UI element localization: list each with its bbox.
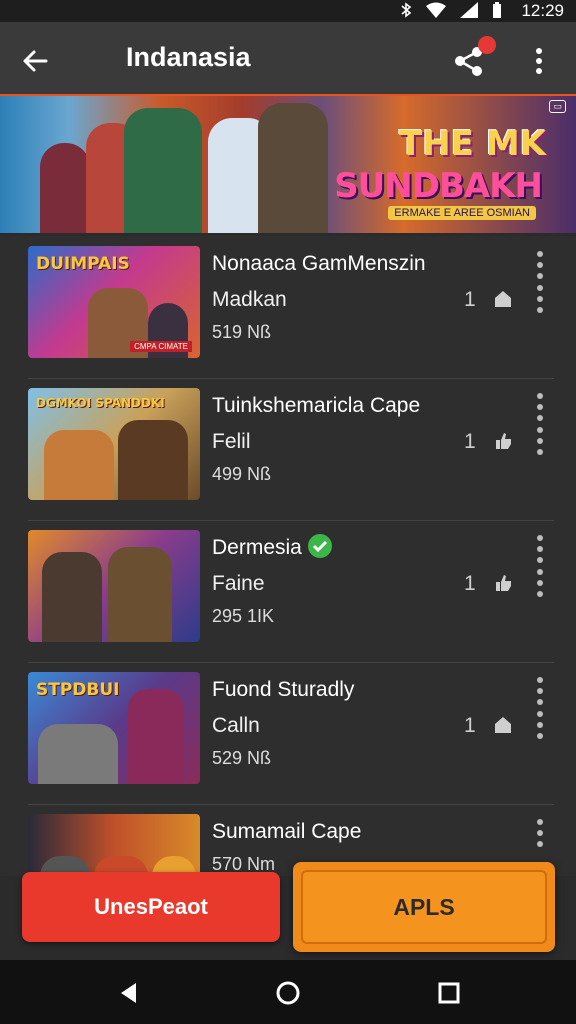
item-subtitle: Faine (212, 572, 265, 595)
battery-icon (493, 2, 501, 18)
thumb-character (108, 547, 172, 642)
item-count: 1 (464, 572, 476, 595)
thumb-character (44, 430, 114, 500)
list-item[interactable]: DGMKOI SPANDDKI Tuinkshemaricla Cape Fel… (28, 378, 554, 521)
thumb-title: DUIMPAIS (36, 254, 130, 274)
list-item[interactable]: Dermesia Faine 295 1IK 1 (28, 520, 554, 663)
more-vert-icon[interactable] (532, 426, 548, 456)
list-item[interactable]: STPDBUI Fuond Sturadly Calln 529 Nß 1 (28, 662, 554, 805)
item-count: 1 (464, 430, 476, 453)
thumb-character (118, 420, 188, 500)
status-bar: 12:29 (0, 0, 576, 22)
item-title-text: Dermesia (212, 536, 302, 559)
item-title: Dermesia (212, 534, 332, 560)
thumb-up-icon[interactable] (494, 432, 512, 450)
game-list: DUIMPAIS CMPA CIMATE Nonaaca GamMenszin … (0, 236, 576, 876)
item-subtitle: Felil (212, 430, 251, 453)
bluetooth-icon (401, 2, 412, 18)
game-thumbnail: DGMKOI SPANDDKI (28, 388, 200, 500)
app-bar: Indanasia (0, 22, 576, 96)
banner-character (124, 108, 202, 233)
more-vert-icon[interactable] (532, 710, 548, 740)
apply-button[interactable]: APLS (293, 862, 555, 952)
item-title: Nonaaca GamMenszin (212, 252, 426, 275)
more-vert-icon[interactable] (532, 818, 548, 848)
item-meta: 529 Nß (212, 748, 272, 768)
wifi-icon (426, 2, 446, 18)
thumb-character (38, 724, 118, 784)
more-vert-icon[interactable] (532, 568, 548, 598)
notification-dot (478, 36, 496, 54)
nav-recents-icon[interactable] (436, 980, 462, 1006)
banner-title: THE MK (399, 124, 546, 164)
thumb-character (128, 689, 184, 784)
more-vert-icon[interactable] (526, 44, 552, 78)
banner-caption: ERMAKE E AREE OSMIAN (388, 206, 536, 220)
item-subtitle: Calln (212, 714, 260, 737)
list-item[interactable]: DUIMPAIS CMPA CIMATE Nonaaca GamMenszin … (28, 236, 554, 379)
verified-check-icon (307, 534, 332, 559)
more-vert-icon[interactable] (532, 284, 548, 314)
item-title: Fuond Sturadly (212, 678, 355, 701)
game-thumbnail (28, 814, 200, 876)
banner-character (40, 143, 90, 233)
item-subtitle: Madkan (212, 288, 287, 311)
thumb-title: DGMKOI SPANDDKI (36, 396, 165, 410)
more-vert-icon[interactable] (532, 534, 548, 564)
item-title: Tuinkshemaricla Cape (212, 394, 421, 417)
thumb-character (42, 552, 102, 642)
more-vert-icon[interactable] (532, 676, 548, 706)
banner-subtitle: SUNDBAKH (334, 166, 543, 206)
nav-back-icon[interactable] (116, 980, 142, 1006)
banner-character (258, 103, 328, 233)
item-meta: 295 1IK (212, 606, 275, 626)
thumb-title: STPDBUI (36, 680, 120, 700)
game-thumbnail (28, 530, 200, 642)
signal-icon (460, 2, 478, 18)
item-count: 1 (464, 714, 476, 737)
apply-button-label: APLS (301, 870, 547, 944)
item-count: 1 (464, 288, 476, 311)
system-nav-bar (0, 960, 576, 1024)
home-icon[interactable] (494, 716, 512, 734)
banner-badge: ▭ (549, 100, 566, 113)
page-title: Indanasia (126, 42, 251, 72)
primary-action-button[interactable]: UnesPeaot (22, 872, 280, 942)
status-icons (400, 2, 502, 18)
more-vert-icon[interactable] (532, 392, 548, 422)
home-icon[interactable] (494, 290, 512, 308)
more-vert-icon[interactable] (532, 250, 548, 280)
item-meta: 499 Nß (212, 464, 272, 484)
thumb-up-icon[interactable] (494, 574, 512, 592)
game-thumbnail: STPDBUI (28, 672, 200, 784)
featured-banner[interactable]: ▭ THE MK SUNDBAKH ERMAKE E AREE OSMIAN (0, 96, 576, 233)
nav-home-icon[interactable] (275, 980, 301, 1006)
thumb-caption: CMPA CIMATE (130, 341, 192, 352)
back-arrow-icon[interactable] (18, 44, 52, 78)
game-thumbnail: DUIMPAIS CMPA CIMATE (28, 246, 200, 358)
status-time: 12:29 (521, 1, 564, 20)
item-title: Sumamail Cape (212, 820, 362, 843)
item-meta: 519 Nß (212, 322, 272, 342)
